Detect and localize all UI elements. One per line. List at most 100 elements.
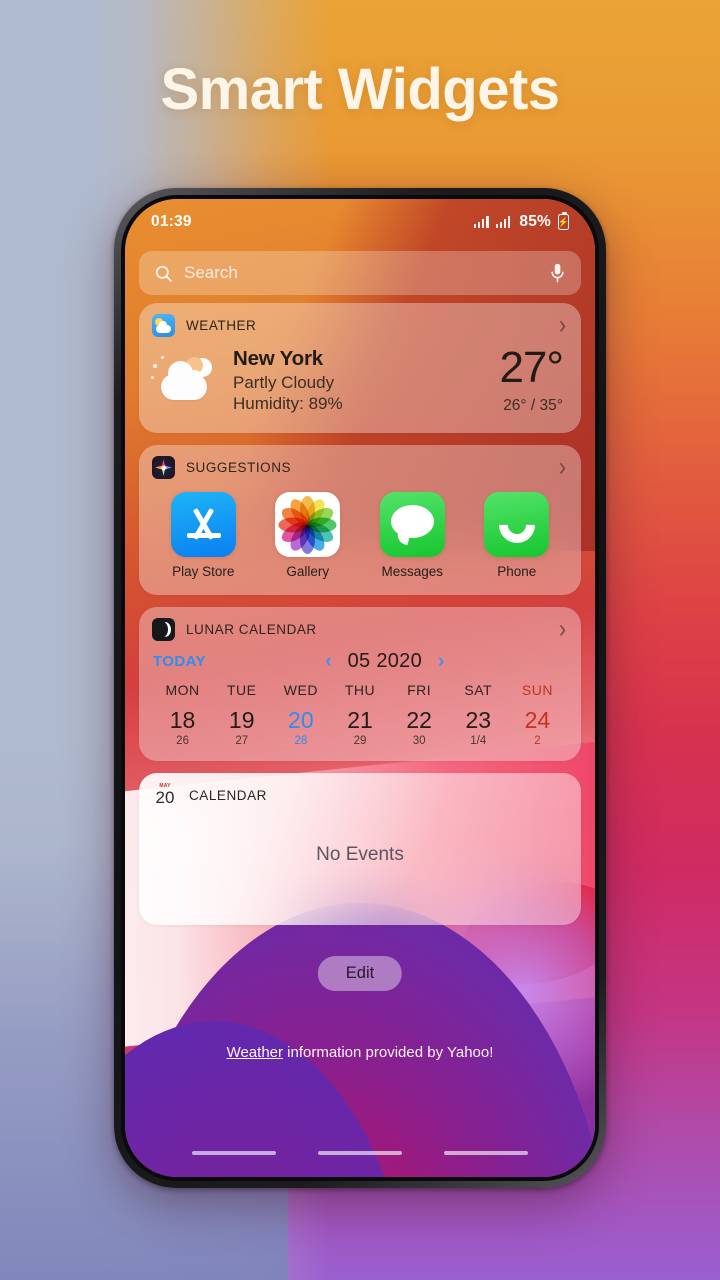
battery-charging-icon: ⚡ [558, 211, 569, 230]
status-bar: 01:39 85% ⚡ [125, 199, 595, 245]
weather-condition: Partly Cloudy [233, 373, 335, 392]
lunar-day-lunar: 28 [294, 735, 308, 747]
lunar-day-cell[interactable]: FRI 22 30 [390, 682, 449, 747]
lunar-day-cell[interactable]: WED 20 28 [271, 682, 330, 747]
partly-cloudy-night-icon [149, 350, 227, 412]
lunar-calendar-title: LUNAR CALENDAR [186, 622, 317, 637]
phone-screen: 01:39 85% ⚡ Search WEATHER › New York Pa… [125, 199, 595, 1177]
status-time: 01:39 [151, 213, 192, 230]
edit-button[interactable]: Edit [317, 956, 403, 991]
weather-details: New York Partly Cloudy Humidity: 89% [233, 347, 499, 414]
app-store-icon [170, 492, 236, 557]
lunar-calendar-body: TODAY ‹ 05 2020 › MON 18 26 TUE 19 27 WED 20 28 T… [139, 650, 581, 761]
messages-icon [379, 492, 445, 557]
chevron-right-icon[interactable]: › [559, 616, 566, 642]
lunar-day-lunar: 1/4 [470, 735, 487, 747]
lunar-day-cell[interactable]: SAT 23 1/4 [449, 682, 508, 747]
weather-city: New York [233, 347, 323, 370]
lunar-day-number: 20 [288, 707, 314, 733]
weather-temperature-block: 27° 26° / 35° [499, 343, 564, 415]
app-item-gallery[interactable]: Gallery [267, 492, 349, 579]
weather-widget-title: WEATHER [186, 318, 257, 333]
page-indicator-bar[interactable] [192, 1151, 276, 1155]
weather-widget[interactable]: WEATHER › New York Partly Cloudy Humidit… [139, 303, 581, 433]
lunar-calendar-header[interactable]: LUNAR CALENDAR › [139, 607, 581, 648]
search-input[interactable] [184, 263, 549, 283]
app-item-messages[interactable]: Messages [371, 492, 453, 579]
phone-icon [484, 492, 550, 557]
prev-month-button[interactable]: ‹ [325, 652, 331, 671]
lunar-day-cell[interactable]: THU 21 29 [330, 682, 389, 747]
weather-app-icon [152, 314, 175, 337]
weather-range: 26° / 35° [503, 397, 563, 414]
lunar-day-dow: SUN [521, 682, 553, 698]
page-title: Smart Widgets [160, 57, 560, 122]
suggestions-widget-header[interactable]: SUGGESTIONS › [139, 445, 581, 486]
lunar-day-number: 18 [169, 707, 196, 733]
lunar-calendar-week: MON 18 26 TUE 19 27 WED 20 28 THU 21 29 FRI 22 30 SAT 23… [153, 682, 567, 747]
lunar-day-lunar: 26 [176, 735, 189, 747]
suggestions-app-row: Play Store Gallery Messages Phone [139, 486, 581, 595]
lunar-day-dow: THU [344, 682, 376, 698]
app-label: Play Store [172, 564, 235, 579]
calendar-widget-header[interactable]: MAY 20 CALENDAR [139, 773, 581, 814]
weather-attribution: Weather information provided by Yahoo! [125, 1044, 595, 1061]
month-selector: ‹ 05 2020 › [261, 650, 509, 673]
weather-widget-body: New York Partly Cloudy Humidity: 89% 27°… [139, 344, 581, 433]
lunar-day-cell[interactable]: TUE 19 27 [212, 682, 271, 747]
signal-bars-icon [473, 216, 489, 228]
weather-humidity: Humidity: 89% [233, 394, 343, 413]
calendar-empty-state: No Events [316, 844, 404, 866]
lunar-day-number: 22 [406, 707, 432, 733]
lunar-day-cell[interactable]: SUN 24 2 [508, 682, 567, 747]
app-label: Gallery [286, 564, 330, 579]
lunar-calendar-nav: TODAY ‹ 05 2020 › [153, 650, 567, 673]
battery-percentage: 85% [519, 213, 551, 230]
status-indicators: 85% ⚡ [473, 211, 569, 231]
lunar-day-dow: SAT [464, 682, 493, 698]
phone-bezel: 01:39 85% ⚡ Search WEATHER › New York Pa… [121, 195, 599, 1181]
lunar-day-dow: TUE [226, 682, 257, 698]
lunar-day-number: 19 [228, 707, 255, 733]
calendar-app-icon: MAY 20 [152, 784, 178, 807]
photos-gallery-icon [275, 492, 341, 557]
page-indicator-bar[interactable] [318, 1151, 402, 1155]
lunar-day-cell[interactable]: MON 18 26 [153, 682, 212, 747]
current-month-label: 05 2020 [347, 650, 423, 672]
app-item-play-store[interactable]: Play Store [162, 492, 244, 579]
calendar-icon-day: 20 [155, 788, 175, 807]
lunar-day-number: 24 [524, 707, 551, 733]
microphone-icon[interactable] [549, 261, 566, 285]
search-bar[interactable] [139, 251, 581, 295]
phone-mockup: 01:39 85% ⚡ Search WEATHER › New York Pa… [114, 188, 606, 1188]
signal-bars-icon-2 [495, 216, 511, 228]
page-indicator-bar[interactable] [444, 1151, 528, 1155]
app-label: Phone [497, 564, 537, 579]
moon-icon [152, 618, 175, 641]
siri-suggestions-icon [152, 456, 175, 479]
suggestions-widget[interactable]: SUGGESTIONS › Play Store Gallery Message… [139, 445, 581, 595]
search-icon [155, 265, 172, 282]
lunar-day-number: 23 [465, 707, 492, 733]
app-label: Messages [381, 564, 444, 579]
lunar-day-lunar: 30 [412, 735, 426, 747]
weather-attribution-link[interactable]: Weather [227, 1044, 283, 1061]
page-indicator [125, 1151, 595, 1155]
lunar-day-dow: FRI [407, 682, 432, 698]
chevron-right-icon[interactable]: › [559, 454, 566, 480]
chevron-right-icon[interactable]: › [559, 312, 566, 338]
app-item-phone[interactable]: Phone [476, 492, 558, 579]
lunar-day-dow: WED [283, 682, 318, 698]
weather-widget-header[interactable]: WEATHER › [139, 303, 581, 344]
calendar-widget-title: CALENDAR [189, 787, 267, 803]
lunar-day-lunar: 2 [534, 735, 541, 747]
suggestions-widget-title: SUGGESTIONS [186, 460, 292, 475]
weather-temperature: 27° [499, 343, 564, 392]
calendar-widget[interactable]: MAY 20 CALENDAR No Events [139, 773, 581, 925]
today-button[interactable]: TODAY [153, 653, 261, 670]
lunar-day-lunar: 27 [235, 735, 249, 747]
next-month-button[interactable]: › [438, 652, 444, 671]
weather-attribution-text: information provided by Yahoo! [283, 1044, 494, 1061]
lunar-calendar-widget[interactable]: LUNAR CALENDAR › TODAY ‹ 05 2020 › MON 18… [139, 607, 581, 761]
lunar-day-dow: MON [165, 682, 200, 698]
